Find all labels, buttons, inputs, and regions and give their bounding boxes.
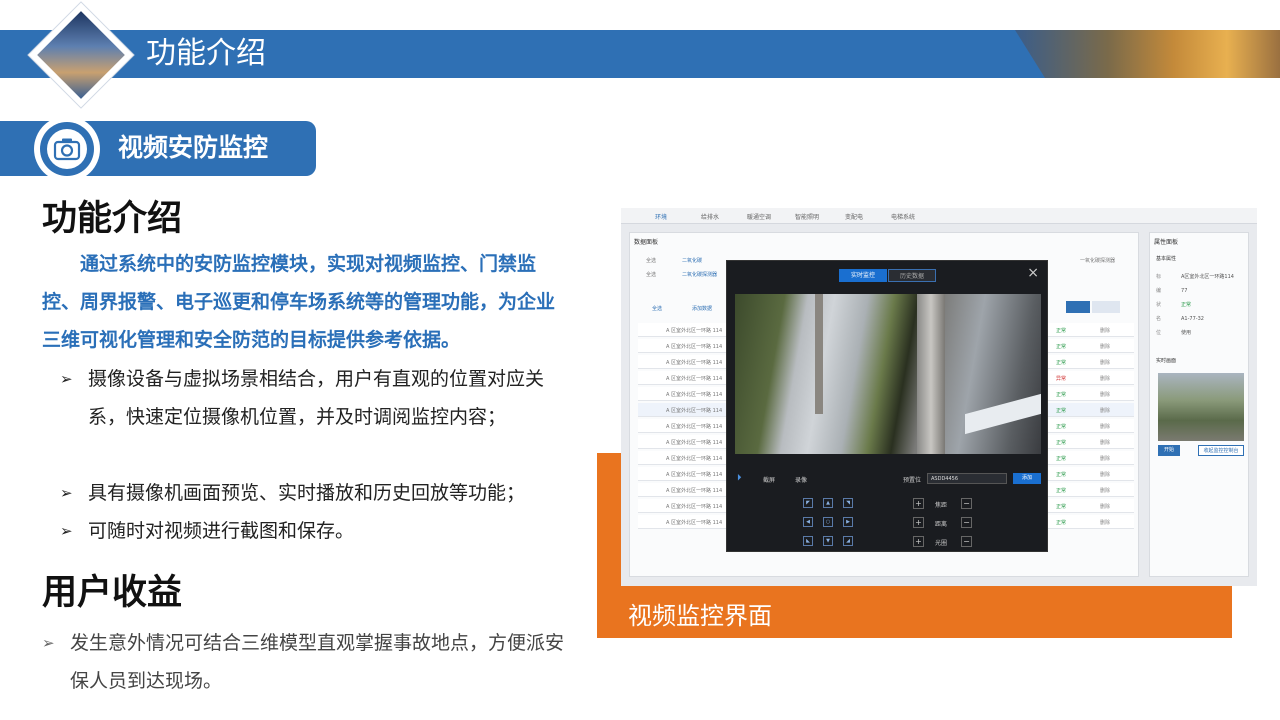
- arrow-bullet-icon: ➢: [42, 634, 55, 652]
- nav-item[interactable]: 环境: [655, 212, 667, 221]
- ptz-up-right-icon[interactable]: ◥: [843, 498, 853, 508]
- minus-icon[interactable]: −: [961, 498, 972, 509]
- bullet-item: ➢ 摄像设备与虚拟场景相结合，用户有直观的位置对应关系，快速定位摄像机位置，并及…: [60, 360, 580, 436]
- data-panel-title: 数据面板: [634, 239, 659, 246]
- ptz-center-icon[interactable]: ○: [823, 517, 833, 527]
- prop-row: 名 A1-77-32: [1156, 316, 1204, 322]
- bullet-item: ➢ 可随时对视频进行截图和保存。: [60, 512, 580, 550]
- add-data-button[interactable]: 添加数据: [692, 305, 712, 312]
- tab-device[interactable]: [1066, 301, 1090, 313]
- arrow-bullet-icon: ➢: [60, 522, 73, 540]
- ptz-down-icon[interactable]: ▼: [823, 536, 833, 546]
- ptz-up-left-icon[interactable]: ◤: [803, 498, 813, 508]
- option[interactable]: 一氧化碳探测器: [1080, 257, 1115, 264]
- screenshot-button[interactable]: 截屏: [763, 475, 775, 484]
- header-city-image: [1015, 30, 1280, 78]
- video-modal: 实时监控 历史数据 × ⏵ 截屏 录像 预置位 ASDD4456 添加 ◤ ▲ …: [726, 260, 1048, 552]
- preset-label: 预置位: [903, 477, 922, 484]
- live-thumbnail: [1158, 373, 1244, 441]
- option[interactable]: 全选: [646, 271, 656, 278]
- intro-paragraph: 通过系统中的安防监控模块，实现对视频监控、门禁监控、周界报警、电子巡更和停车场系…: [42, 253, 556, 351]
- figure-caption: 视频监控界面: [628, 602, 772, 630]
- bullet-item: ➢ 具有摄像机画面预览、实时播放和历史回放等功能；: [60, 474, 580, 512]
- lens-label: 光圈: [935, 540, 948, 547]
- nav-item[interactable]: 给排水: [701, 212, 719, 221]
- video-feed: [735, 294, 1041, 454]
- arrow-bullet-icon: ➢: [60, 370, 73, 388]
- lens-label: 距离: [935, 521, 948, 528]
- header-diamond-image: [28, 2, 134, 108]
- close-icon[interactable]: ×: [1027, 265, 1039, 281]
- preset-select[interactable]: ASDD4456: [927, 473, 1007, 484]
- ptz-up-icon[interactable]: ▲: [823, 498, 833, 508]
- ui-screenshot: 环境 给排水 暖通空调 智能照明 变配电 电梯系统 数据面板 全选 二氧化碳 全…: [621, 208, 1257, 586]
- property-panel-title: 属性面板: [1154, 239, 1179, 246]
- tab-history[interactable]: 历史数据: [888, 269, 936, 282]
- ptz-down-left-icon[interactable]: ◣: [803, 536, 813, 546]
- camera-icon: [34, 116, 100, 182]
- plus-icon[interactable]: +: [913, 517, 924, 528]
- prop-live-title: 实时画面: [1156, 358, 1177, 364]
- ptz-left-icon[interactable]: ◀: [803, 517, 813, 527]
- option[interactable]: 二氧化碳: [682, 257, 702, 264]
- arrow-bullet-icon: ➢: [60, 484, 73, 502]
- add-preset-button[interactable]: 添加: [1013, 473, 1041, 484]
- plus-icon[interactable]: +: [913, 498, 924, 509]
- minus-icon[interactable]: −: [961, 536, 972, 547]
- prop-basic-title: 基本属性: [1156, 256, 1177, 262]
- slide: 功能介绍 视频安防监控 功能介绍 通过系统中的安防监控模块，实现对视频监控、门禁…: [0, 0, 1280, 720]
- minus-icon[interactable]: −: [961, 517, 972, 528]
- prop-row: 编 77: [1156, 288, 1188, 294]
- select-all[interactable]: 全选: [652, 305, 662, 312]
- record-button[interactable]: 录像: [795, 475, 807, 484]
- play-icon[interactable]: ⏵: [737, 473, 742, 483]
- nav-item[interactable]: 暖通空调: [747, 212, 771, 221]
- tab-live[interactable]: 实时监控: [839, 269, 887, 282]
- nav-item[interactable]: 电梯系统: [891, 212, 915, 221]
- lens-label: 焦距: [935, 502, 948, 509]
- intro-heading: 功能介绍: [42, 199, 183, 239]
- prop-row: 状正常: [1156, 302, 1192, 308]
- plus-icon[interactable]: +: [913, 536, 924, 547]
- nav-item[interactable]: 变配电: [845, 212, 863, 221]
- header-title: 功能介绍: [146, 36, 266, 71]
- property-panel: 属性面板 基本属性 标 A区室外北区一环路114 编 77 状正常 名 A1-77-3…: [1149, 232, 1249, 577]
- section-title: 视频安防监控: [118, 133, 269, 162]
- ptz-right-icon[interactable]: ▶: [843, 517, 853, 527]
- start-button[interactable]: 开始: [1158, 445, 1180, 456]
- tab-monitor[interactable]: [1092, 301, 1120, 313]
- collapse-console-button[interactable]: 收起监控控制台: [1198, 445, 1244, 456]
- prop-row: 位使用: [1156, 330, 1192, 336]
- option[interactable]: 全选: [646, 257, 656, 264]
- benefits-heading: 用户收益: [42, 573, 183, 613]
- ptz-down-right-icon[interactable]: ◢: [843, 536, 853, 546]
- nav-item[interactable]: 智能照明: [795, 212, 819, 221]
- prop-row: 标 A区室外北区一环路114: [1156, 274, 1234, 280]
- option[interactable]: 二氧化碳探测器: [682, 271, 717, 278]
- benefit-item: ➢ 发生意外情况可结合三维模型直观掌握事故地点，方便派安保人员到达现场。: [42, 624, 572, 700]
- top-nav: 环境 给排水 暖通空调 智能照明 变配电 电梯系统: [621, 208, 1257, 224]
